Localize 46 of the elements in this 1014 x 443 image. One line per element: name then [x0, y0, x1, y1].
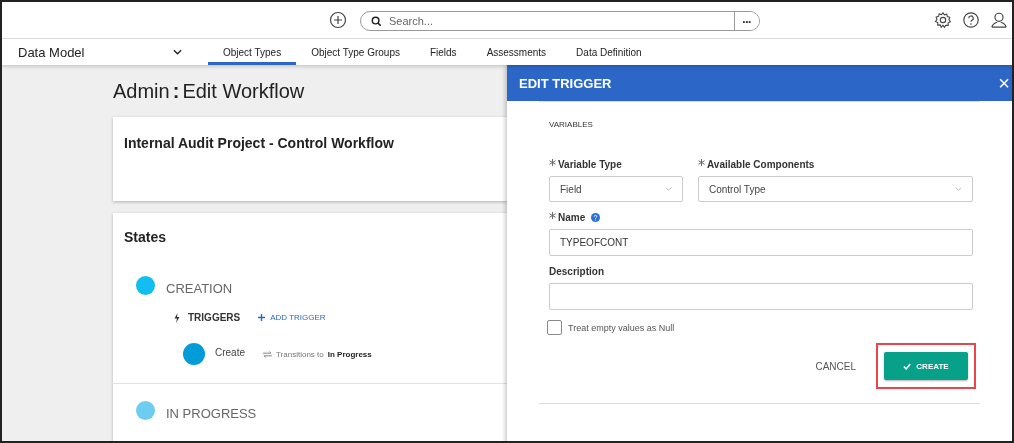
transition-icon: [263, 350, 272, 358]
transition-label: Transitions to: [276, 349, 324, 359]
field-label: Available Components: [707, 159, 815, 170]
more-button[interactable]: •••: [733, 12, 759, 30]
chevron-icon: [173, 49, 182, 55]
nav-tab[interactable]: Fields: [414, 39, 472, 65]
page-title: Edit Workflow: [182, 79, 305, 103]
trigger-name: Create: [215, 346, 245, 358]
state-name: CREATION: [166, 281, 233, 296]
plus-icon: [258, 314, 266, 321]
field-label: Description: [549, 266, 604, 277]
checkbox-label: Treat empty values as Null: [568, 322, 675, 333]
page-title-prefix: Admin: [113, 79, 170, 103]
nav-tab[interactable]: Object Types: [208, 39, 297, 65]
help-icon: [591, 213, 601, 222]
user-icon[interactable]: [990, 11, 1008, 29]
cancel-button[interactable]: CANCEL: [809, 359, 862, 373]
app-menu[interactable]: Data Model: [2, 39, 192, 65]
title-separator: :: [172, 79, 180, 103]
search-icon: [371, 15, 382, 27]
dialog-title: EDIT TRIGGER: [519, 75, 612, 91]
nav-tab[interactable]: Object Type Groups: [296, 39, 415, 65]
settings-icon[interactable]: [934, 11, 952, 29]
field-label: Name: [558, 212, 586, 223]
workflow-name: Internal Audit Project - Control Workflow: [124, 135, 395, 151]
triggers-label: TRIGGERS: [188, 312, 241, 323]
field-label: Variable Type: [558, 159, 622, 170]
description-input[interactable]: [549, 283, 973, 310]
nav-tab[interactable]: Data Definition: [561, 39, 657, 65]
state-name: IN PROGRESS: [166, 406, 257, 421]
components-select[interactable]: Control Type: [698, 176, 973, 202]
lightning-icon: [174, 312, 180, 323]
add-trigger-link[interactable]: ADD TRIGGER: [258, 313, 326, 322]
chevron-icon: [955, 187, 962, 191]
add-icon[interactable]: [329, 11, 347, 29]
section-label: VARIABLES: [549, 120, 594, 129]
checkbox[interactable]: [547, 320, 562, 335]
help-icon[interactable]: [962, 11, 980, 29]
variable-type-select[interactable]: Field: [549, 176, 683, 202]
states-heading: States: [124, 229, 168, 245]
chevron-icon: [665, 187, 672, 191]
check-icon: [903, 362, 912, 370]
transition-target: In Progress: [327, 349, 372, 359]
close-button[interactable]: ×: [996, 73, 1012, 93]
name-input[interactable]: TYPEOFCONT: [549, 229, 973, 256]
nav-tab[interactable]: Assessments: [471, 39, 562, 65]
